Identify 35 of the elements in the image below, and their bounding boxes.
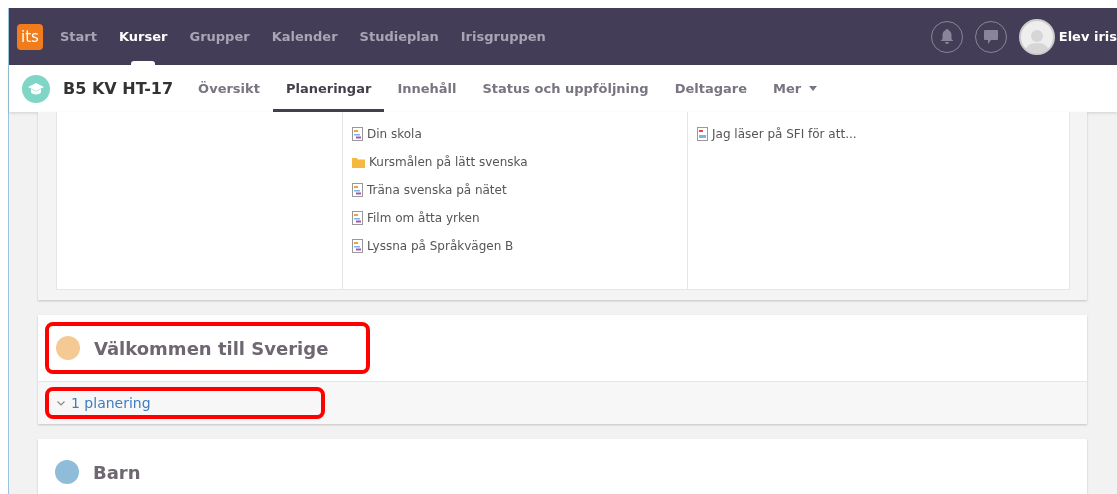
resource-link[interactable]: Lyssna på Språkvägen B bbox=[352, 239, 678, 253]
course-title: B5 KV HT-17 bbox=[63, 79, 174, 98]
document-icon bbox=[352, 127, 363, 141]
avatar[interactable] bbox=[1018, 18, 1055, 55]
graduation-cap-icon bbox=[22, 74, 50, 103]
resource-link[interactable]: Din skola bbox=[352, 127, 678, 141]
bell-icon bbox=[939, 29, 954, 44]
nav-item[interactable]: Start bbox=[49, 8, 108, 65]
document-icon bbox=[352, 239, 363, 253]
resource-link[interactable]: Kursmålen på lätt svenska bbox=[352, 155, 678, 169]
nav-item[interactable]: Studieplan bbox=[348, 8, 450, 65]
resource-link[interactable]: Film om åtta yrken bbox=[352, 211, 678, 225]
chevron-down-icon bbox=[57, 400, 65, 406]
user-name[interactable]: Elev iris bbox=[1058, 29, 1117, 44]
nav-item[interactable]: Kurser bbox=[108, 8, 179, 65]
speech-bubble-icon bbox=[983, 29, 998, 44]
nav-item[interactable]: Irisgruppen bbox=[449, 8, 557, 65]
section-title[interactable]: Barn bbox=[93, 461, 141, 483]
caret-icon bbox=[809, 86, 818, 91]
logo[interactable]: its bbox=[17, 23, 43, 50]
document-icon bbox=[697, 127, 708, 141]
course-tab[interactable]: Status och uppföljning bbox=[469, 65, 662, 112]
planning-toggle[interactable]: 1 planering bbox=[57, 395, 151, 411]
course-tab[interactable]: Deltagare bbox=[661, 65, 760, 112]
document-icon bbox=[352, 183, 363, 197]
course-tab[interactable]: Mer bbox=[760, 65, 831, 112]
section-title[interactable]: Välkommen till Sverige bbox=[94, 337, 329, 359]
folder-icon bbox=[352, 156, 365, 168]
nav-item[interactable]: Grupper bbox=[178, 8, 261, 65]
nav-item[interactable]: Kalender bbox=[260, 8, 349, 65]
document-icon bbox=[352, 211, 363, 225]
resource-link[interactable]: Träna svenska på nätet bbox=[352, 183, 678, 197]
course-tab[interactable]: Översikt bbox=[185, 65, 273, 112]
resource-link[interactable]: Jag läser på SFI för att... bbox=[697, 127, 1060, 141]
course-tab[interactable]: Innehåll bbox=[384, 65, 470, 112]
